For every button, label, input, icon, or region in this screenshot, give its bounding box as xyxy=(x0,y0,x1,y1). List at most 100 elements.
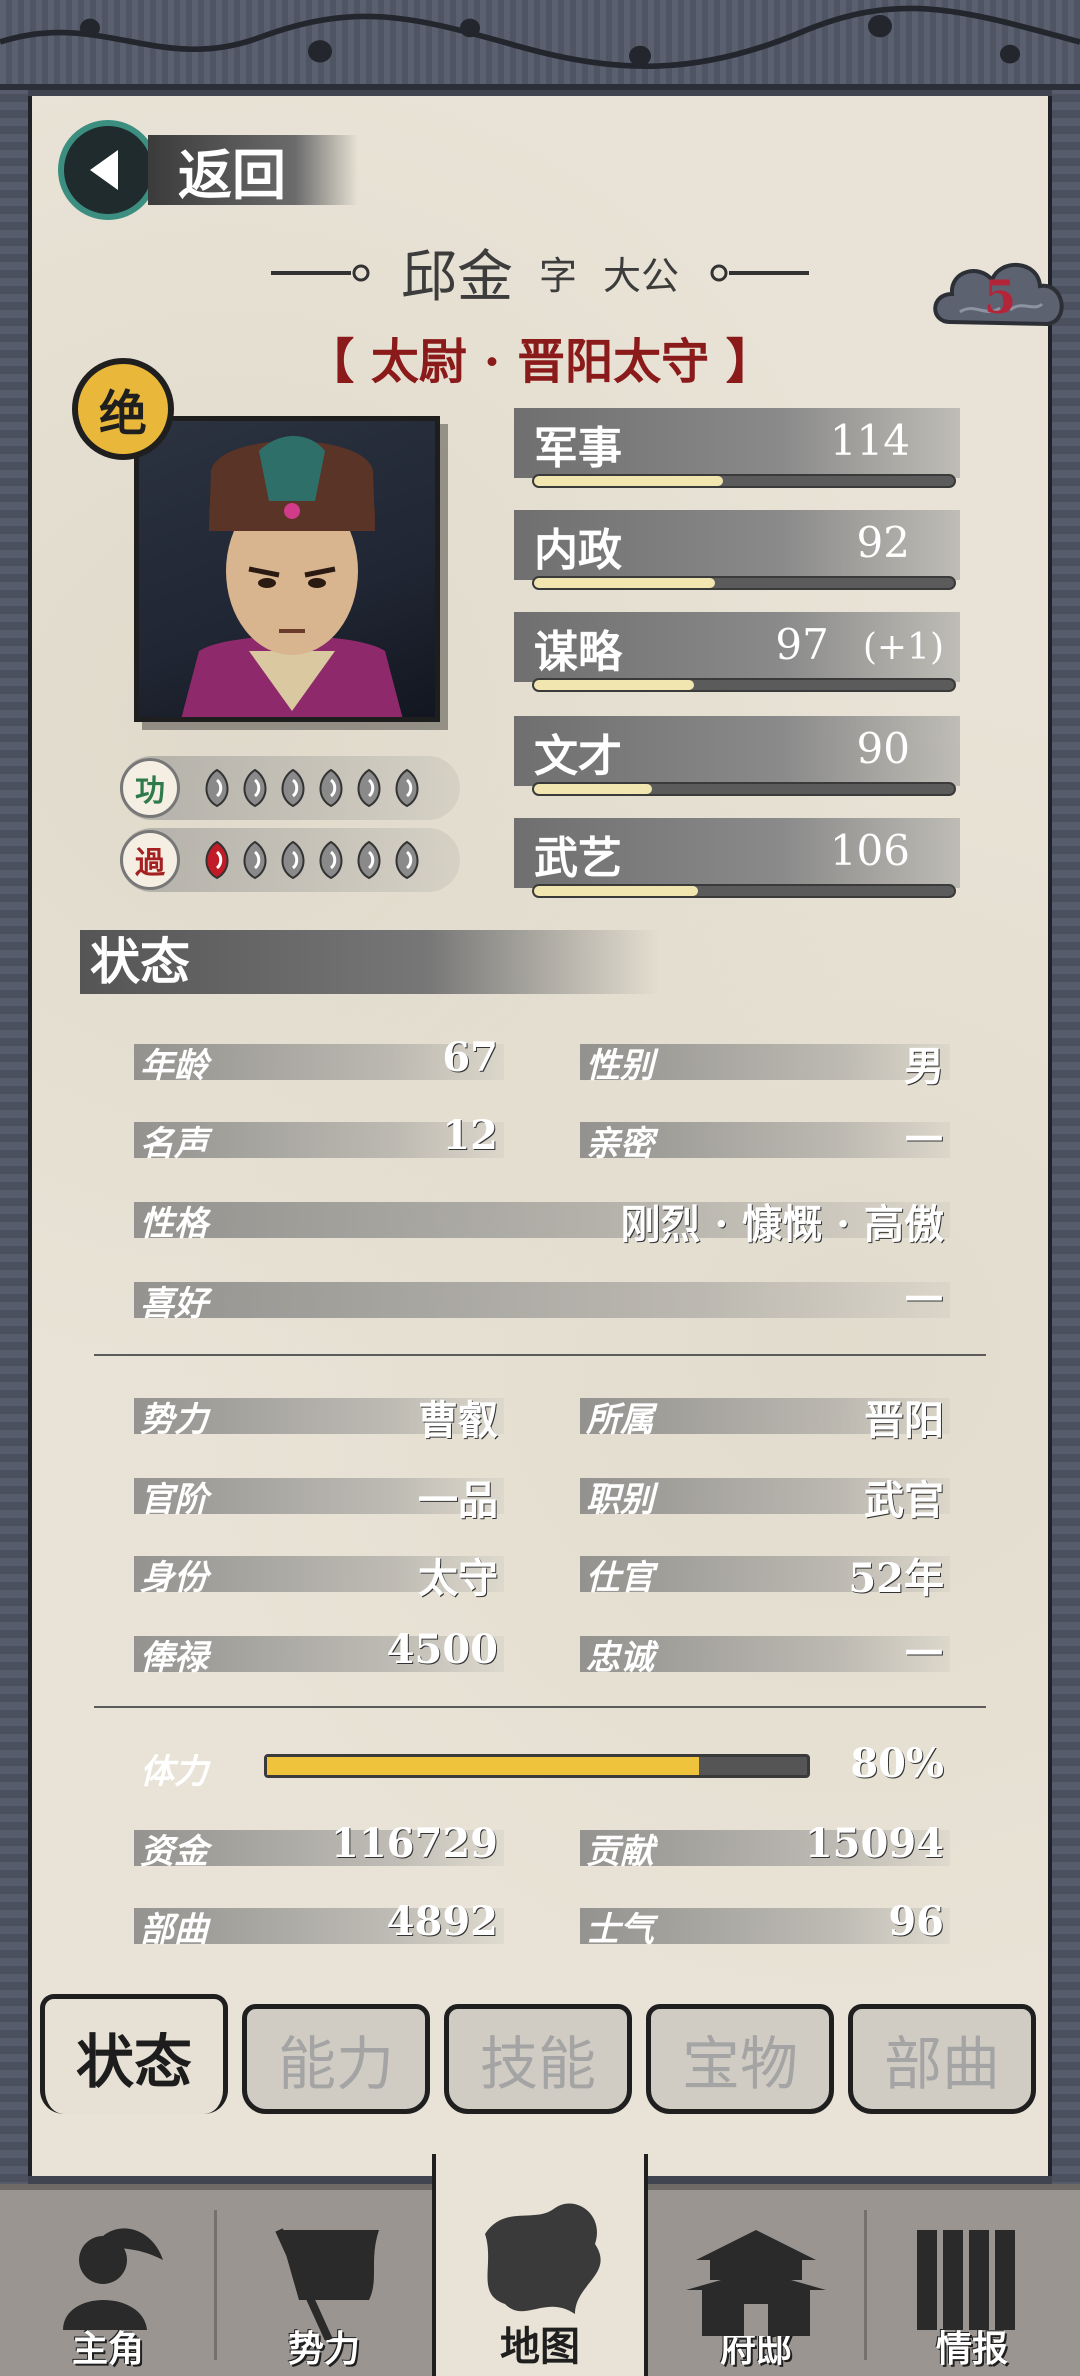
demerit-empty-icon xyxy=(281,840,305,880)
gender-value: 男 xyxy=(904,1043,944,1090)
rank-value: 一品 xyxy=(418,1477,498,1524)
belong-value: 晋阳 xyxy=(864,1397,944,1444)
salary-label: 俸禄 xyxy=(140,1638,208,1678)
attribute-bar xyxy=(532,884,956,898)
attribute-bar-fill xyxy=(534,784,652,794)
attribute-number: 92 xyxy=(856,518,910,567)
attribute-bonus: (+1) xyxy=(862,627,944,668)
divider xyxy=(94,1706,986,1708)
attribute-value: 106 xyxy=(830,826,944,875)
attribute-label: 内政 xyxy=(534,525,622,576)
right-frame xyxy=(1052,90,1080,2190)
bottom-navigation: 主角 势力 地图 府邸 情报 xyxy=(0,2154,1080,2376)
fame-label: 名声 xyxy=(140,1124,208,1164)
divider xyxy=(94,1354,986,1356)
duty-row: 职别 武官 xyxy=(580,1470,950,1524)
age-label: 年龄 xyxy=(140,1046,208,1086)
nav-map[interactable]: 地图 xyxy=(432,2154,648,2376)
attribute-literary: 文才 90 xyxy=(514,712,960,808)
attribute-military: 军事 114 xyxy=(514,404,960,500)
courtesy-prefix: 字 xyxy=(538,254,577,298)
morale-row: 士气 96 xyxy=(580,1898,950,1950)
hobby-label: 喜好 xyxy=(140,1284,208,1324)
top-decorative-band xyxy=(0,0,1080,90)
troops-row: 部曲 4892 xyxy=(134,1898,504,1950)
personality-row: 性格 刚烈 · 慷慨 · 高傲 xyxy=(134,1194,950,1248)
contribution-label: 贡献 xyxy=(586,1832,654,1872)
attribute-label: 文才 xyxy=(534,731,622,782)
faction-label: 势力 xyxy=(140,1400,208,1440)
morale-label: 士气 xyxy=(586,1910,654,1950)
mansion-icon xyxy=(686,2230,826,2336)
hobby-value: — xyxy=(904,1272,944,1319)
attribute-bar-fill xyxy=(534,886,698,896)
status-section-header: 状态 xyxy=(80,930,660,994)
detail-tabs: 状态 能力 技能 宝物 部曲 xyxy=(40,1994,1040,2124)
loyalty-value: — xyxy=(904,1626,944,1673)
bamboo-scroll-icon xyxy=(917,2230,1015,2330)
attribute-bar xyxy=(532,678,956,692)
back-arrow-icon xyxy=(58,120,158,220)
demerit-icon: 過 xyxy=(120,830,180,890)
identity-row: 身份 太守 xyxy=(134,1548,504,1602)
nav-protagonist[interactable]: 主角 xyxy=(0,2190,216,2376)
attribute-number: 106 xyxy=(829,826,910,875)
merit-mark-icon xyxy=(205,768,229,808)
attribute-martial: 武艺 106 xyxy=(514,814,960,910)
gender-row: 性别 男 xyxy=(580,1036,950,1090)
attribute-number: 97 xyxy=(775,620,829,669)
attribute-value: 97 (+1) xyxy=(775,620,944,669)
tab-skills[interactable]: 技能 xyxy=(444,2004,632,2114)
attribute-value: 90 xyxy=(857,724,944,773)
character-portrait xyxy=(134,416,440,722)
merit-mark-icon xyxy=(357,768,381,808)
tab-status[interactable]: 状态 xyxy=(40,1994,228,2114)
attribute-label: 武艺 xyxy=(534,833,622,884)
demerit-empty-icon xyxy=(357,840,381,880)
demerit-empty-icon xyxy=(395,840,419,880)
attribute-bar xyxy=(532,576,956,590)
general-portrait-icon xyxy=(181,436,403,717)
merit-mark-icon xyxy=(395,768,419,808)
contribution-value: 15094 xyxy=(804,1820,944,1867)
contribution-row: 贡献 15094 xyxy=(580,1820,950,1872)
grade-badge: 绝 xyxy=(72,358,174,460)
belong-label: 所属 xyxy=(586,1400,654,1440)
loyalty-row: 忠诚 — xyxy=(580,1626,950,1678)
troops-value: 4892 xyxy=(386,1898,498,1945)
attribute-value: 114 xyxy=(830,416,944,465)
faction-value: 曹叡 xyxy=(418,1397,498,1444)
stamina-label: 体力 xyxy=(140,1752,208,1792)
merit-marks xyxy=(200,768,424,808)
demerit-row: 過 xyxy=(120,828,460,892)
demerit-empty-icon xyxy=(319,840,343,880)
attribute-number: 114 xyxy=(829,416,910,465)
salary-value: 4500 xyxy=(386,1626,498,1673)
back-label: 返回 xyxy=(178,142,286,207)
morale-value: 96 xyxy=(888,1898,944,1945)
nav-faction[interactable]: 势力 xyxy=(216,2190,432,2376)
right-ornament-icon xyxy=(710,264,810,281)
stamina-bar-fill xyxy=(267,1757,699,1775)
hobby-row: 喜好 — xyxy=(134,1272,950,1324)
troops-label: 部曲 xyxy=(140,1910,208,1950)
loyalty-label: 忠诚 xyxy=(586,1638,654,1678)
back-button[interactable]: 返回 xyxy=(58,118,358,222)
gender-label: 性别 xyxy=(586,1046,654,1086)
demerit-marks xyxy=(200,840,424,880)
merit-row: 功 xyxy=(120,756,460,820)
tab-troops[interactable]: 部曲 xyxy=(848,2004,1036,2114)
cloud-badge[interactable]: 5 xyxy=(930,252,1070,347)
tab-treasures[interactable]: 宝物 xyxy=(646,2004,834,2114)
nav-intel[interactable]: 情报 xyxy=(864,2190,1080,2376)
personality-value: 刚烈 · 慷慨 · 高傲 xyxy=(620,1201,944,1248)
nav-mansion[interactable]: 府邸 xyxy=(648,2190,864,2376)
merit-mark-icon xyxy=(281,768,305,808)
age-value: 67 xyxy=(442,1034,498,1081)
map-icon xyxy=(485,2203,601,2314)
fame-row: 名声 12 xyxy=(134,1112,504,1164)
tab-ability[interactable]: 能力 xyxy=(242,2004,430,2114)
demerit-filled-icon xyxy=(205,840,229,880)
stamina-value: 80% xyxy=(850,1740,944,1787)
merit-mark-icon xyxy=(243,768,267,808)
